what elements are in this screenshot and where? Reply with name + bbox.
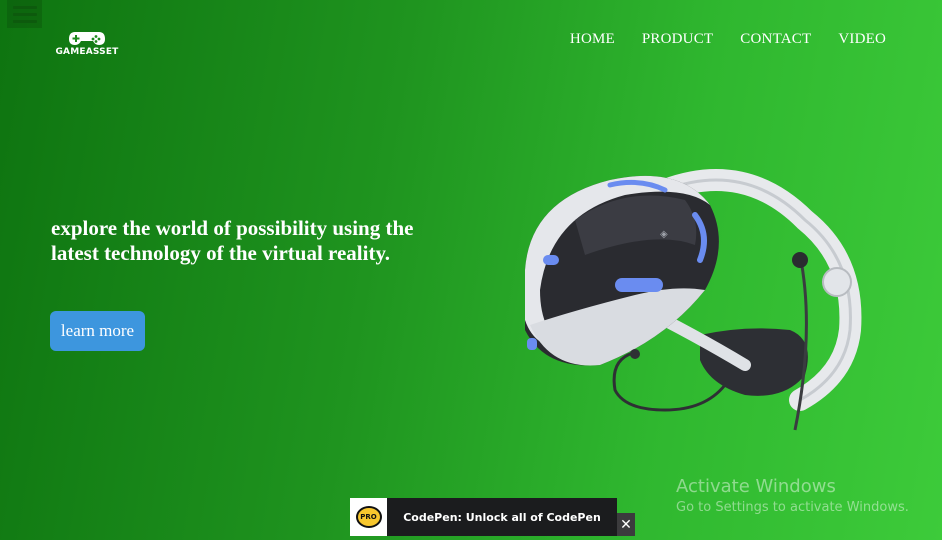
logo-text: GAMEASSET <box>55 47 119 57</box>
hamburger-menu-icon[interactable] <box>7 0 42 28</box>
logo[interactable]: GAMEASSET <box>52 30 122 60</box>
hero-headline: explore the world of possibility using t… <box>51 216 414 265</box>
nav-product[interactable]: PRODUCT <box>642 31 713 48</box>
pro-badge: PRO <box>355 506 382 528</box>
vr-headset-image: ◈ <box>525 169 862 431</box>
pro-badge-text: PRO <box>360 513 377 521</box>
promo-message: CodePen: Unlock all of CodePen <box>403 510 601 524</box>
windows-activation-watermark: Activate Windows Go to Settings to activ… <box>676 476 909 515</box>
menu-bar <box>12 19 37 23</box>
gamepad-icon <box>69 32 105 45</box>
codepen-pro-icon: PRO <box>350 498 387 536</box>
watermark-subtitle: Go to Settings to activate Windows. <box>676 500 909 515</box>
codepen-promo-banner[interactable]: PRO CodePen: Unlock all of CodePen <box>350 498 617 536</box>
menu-bar <box>12 12 37 16</box>
nav-home[interactable]: HOME <box>570 31 615 48</box>
learn-more-button[interactable]: learn more <box>50 311 145 351</box>
nav-video[interactable]: VIDEO <box>838 31 886 48</box>
main-nav: HOME PRODUCT CONTACT VIDEO <box>570 31 886 48</box>
nav-contact[interactable]: CONTACT <box>740 31 811 48</box>
close-icon[interactable]: ✕ <box>617 513 635 536</box>
watermark-title: Activate Windows <box>676 476 836 497</box>
menu-bar <box>12 5 37 9</box>
svg-text:◈: ◈ <box>660 229 668 240</box>
